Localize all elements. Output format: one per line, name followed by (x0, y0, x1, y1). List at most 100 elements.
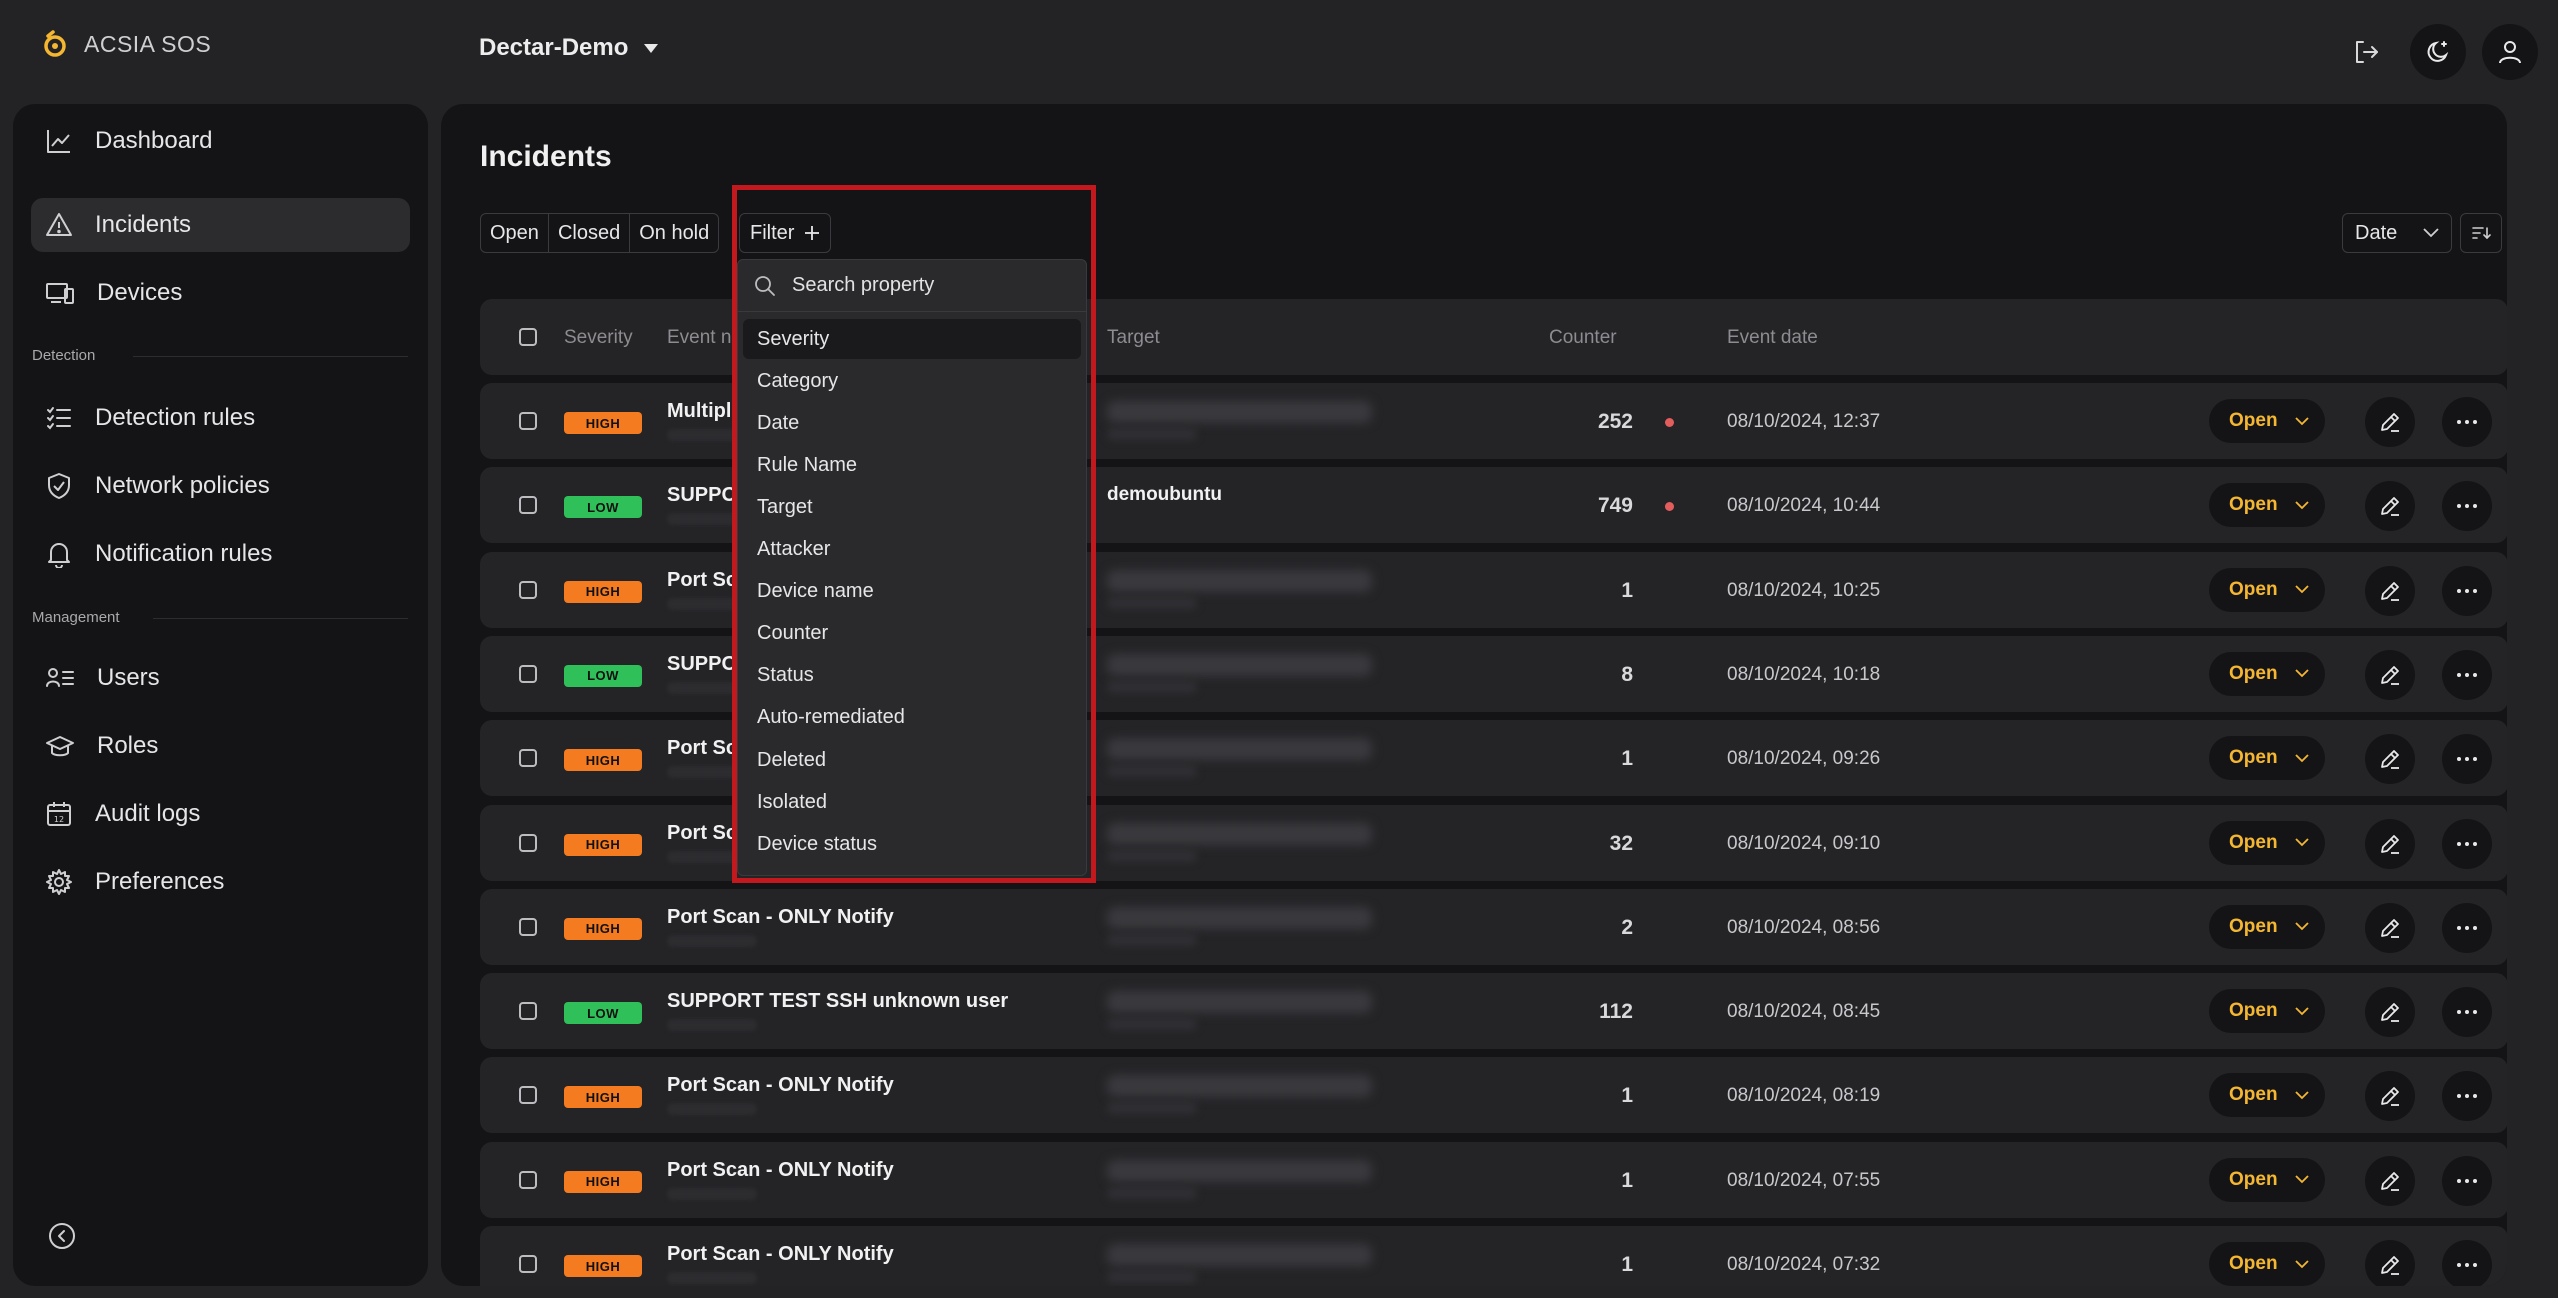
sort-icon (2472, 227, 2491, 240)
table-row[interactable]: HIGH Port Scan - ONLY Notify 2 08/10/202… (480, 888, 2507, 965)
status-select[interactable]: Open (2209, 1157, 2325, 1202)
status-select[interactable]: Open (2209, 1242, 2325, 1286)
row-checkbox[interactable] (519, 496, 537, 515)
edit-button[interactable] (2365, 818, 2415, 869)
event-name[interactable]: Port Scan - ONLY Notify (667, 906, 894, 929)
sidebar-item-label: Devices (97, 279, 183, 306)
brand[interactable]: ACSIA SOS (42, 30, 211, 58)
sidebar-item-incidents[interactable]: Incidents (31, 198, 410, 252)
status-select[interactable]: Open (2209, 483, 2325, 528)
row-checkbox[interactable] (519, 664, 537, 683)
table-row[interactable]: HIGH Port Scan - ONLY Notify 1 08/10/202… (480, 1141, 2507, 1218)
row-checkbox[interactable] (519, 917, 537, 936)
edit-button[interactable] (2365, 1155, 2415, 1206)
tab-open[interactable]: Open (481, 214, 549, 252)
event-name[interactable]: Port Scan - ONLY Notify (667, 1243, 894, 1266)
more-actions-button[interactable] (2442, 734, 2492, 785)
event-counter: 8 (1621, 662, 1633, 686)
user-profile-button[interactable] (2482, 24, 2538, 80)
select-all-checkbox[interactable] (519, 328, 537, 346)
more-actions-button[interactable] (2442, 818, 2492, 869)
sidebar-item-network-policies[interactable]: Network policies (31, 459, 410, 513)
pencil-icon (2381, 918, 2399, 938)
sort-direction-button[interactable] (2460, 213, 2502, 253)
edit-button[interactable] (2365, 481, 2415, 532)
event-date: 08/10/2024, 10:18 (1727, 663, 1881, 685)
more-horizontal-icon (2457, 504, 2477, 509)
edit-button[interactable] (2365, 987, 2415, 1038)
bell-icon (48, 543, 70, 568)
status-select[interactable]: Open (2209, 399, 2325, 443)
row-checkbox[interactable] (519, 1255, 537, 1273)
column-counter[interactable]: Counter (1549, 327, 1617, 349)
sidebar-item-detection-rules[interactable]: Detection rules (31, 391, 410, 445)
sidebar-item-notification-rules[interactable]: Notification rules (31, 527, 410, 581)
sidebar-item-preferences[interactable]: Preferences (31, 855, 410, 909)
target-redacted (1107, 1075, 1372, 1098)
status-select[interactable]: Open (2209, 989, 2325, 1034)
table-row[interactable]: HIGH Port Scan - ONLY Notify 1 08/10/202… (480, 1057, 2507, 1134)
edit-button[interactable] (2365, 902, 2415, 953)
more-actions-button[interactable] (2442, 1240, 2492, 1286)
severity-badge: HIGH (564, 1255, 642, 1277)
sort-field-select[interactable]: Date (2342, 213, 2452, 253)
more-actions-button[interactable] (2442, 397, 2492, 447)
sidebar-item-audit-logs[interactable]: 12 Audit logs (31, 787, 410, 841)
sidebar-item-devices[interactable]: Devices (31, 266, 410, 320)
edit-button[interactable] (2365, 565, 2415, 616)
sidebar-item-dashboard[interactable]: Dashboard (31, 114, 410, 168)
status-label: Open (2229, 494, 2278, 516)
event-date: 08/10/2024, 08:56 (1727, 916, 1881, 938)
status-select[interactable]: Open (2209, 736, 2325, 781)
edit-button[interactable] (2365, 1071, 2415, 1122)
more-actions-button[interactable] (2442, 902, 2492, 953)
more-actions-button[interactable] (2442, 565, 2492, 616)
tab-on-hold[interactable]: On hold (630, 214, 718, 252)
sidebar-item-users[interactable]: Users (31, 651, 410, 705)
devices-icon (46, 283, 74, 304)
table-row[interactable]: HIGH Port Scan - ONLY Notify 1 08/10/202… (480, 1226, 2507, 1286)
status-select[interactable]: Open (2209, 651, 2325, 696)
more-actions-button[interactable] (2442, 987, 2492, 1038)
row-checkbox[interactable] (519, 1086, 537, 1105)
event-counter: 252 (1597, 410, 1633, 433)
event-name[interactable]: SUPPORT TEST SSH unknown user (667, 990, 1008, 1013)
collapse-sidebar-button[interactable] (47, 1221, 77, 1256)
event-subtitle-redacted (667, 1019, 757, 1032)
row-checkbox[interactable] (519, 580, 537, 599)
row-checkbox[interactable] (519, 749, 537, 768)
status-select[interactable]: Open (2209, 820, 2325, 865)
chevron-down-icon (2295, 1259, 2309, 1268)
edit-button[interactable] (2365, 734, 2415, 785)
status-select[interactable]: Open (2209, 904, 2325, 949)
column-event-date[interactable]: Event date (1727, 327, 1818, 349)
edit-button[interactable] (2365, 649, 2415, 700)
svg-text:12: 12 (54, 815, 64, 824)
severity-badge: HIGH (564, 749, 642, 772)
edit-button[interactable] (2365, 1240, 2415, 1286)
event-name[interactable]: Port Scan - ONLY Notify (667, 1159, 894, 1182)
workspace-selector[interactable]: Dectar-Demo (479, 34, 659, 62)
row-checkbox[interactable] (519, 833, 537, 852)
status-select[interactable]: Open (2209, 1073, 2325, 1118)
row-checkbox[interactable] (519, 1002, 537, 1021)
edit-button[interactable] (2365, 397, 2415, 447)
row-checkbox[interactable] (519, 1170, 537, 1189)
column-target[interactable]: Target (1107, 327, 1160, 349)
column-severity[interactable]: Severity (564, 327, 633, 349)
target-redacted (1107, 1186, 1197, 1199)
more-actions-button[interactable] (2442, 481, 2492, 532)
status-select[interactable]: Open (2209, 567, 2325, 612)
row-checkbox[interactable] (519, 412, 537, 430)
more-actions-button[interactable] (2442, 649, 2492, 700)
target-redacted (1107, 428, 1197, 440)
theme-toggle-button[interactable] (2410, 24, 2466, 80)
more-horizontal-icon (2457, 1178, 2477, 1183)
tab-closed[interactable]: Closed (549, 214, 631, 252)
logout-button[interactable] (2338, 24, 2394, 80)
sidebar-item-roles[interactable]: Roles (31, 719, 410, 773)
more-actions-button[interactable] (2442, 1071, 2492, 1122)
event-name[interactable]: Port Scan - ONLY Notify (667, 1074, 894, 1097)
more-actions-button[interactable] (2442, 1155, 2492, 1206)
table-row[interactable]: LOW SUPPORT TEST SSH unknown user 112 08… (480, 973, 2507, 1050)
